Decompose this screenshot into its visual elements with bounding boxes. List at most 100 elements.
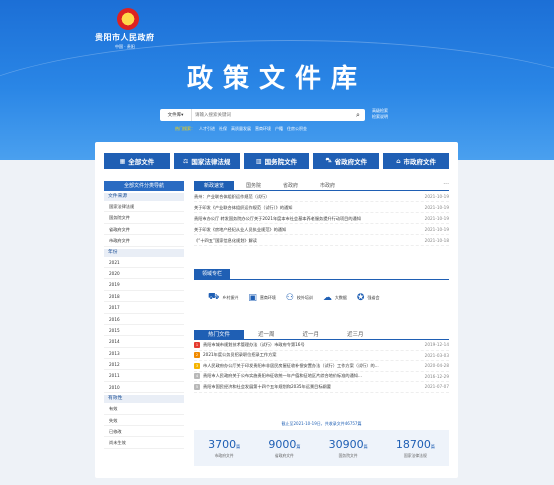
hot-word[interactable]: 人才引进 — [199, 126, 215, 132]
news-row[interactable]: 《“十四五”国家信息化规划》解读 2021-10-18 — [194, 235, 449, 246]
field-item[interactable]: ⛟ 乡村振兴 — [208, 292, 238, 303]
sidebar-item[interactable]: 国务院文件 — [104, 212, 184, 224]
category-tab[interactable]: ⚖ 国家法律法规 — [173, 153, 240, 169]
news-row[interactable]: 贵州：产业联合体组织运作规范（试行） 2021-10-19 — [194, 191, 449, 202]
sidebar-item[interactable]: 市政府文件 — [104, 235, 184, 247]
sidebar-item[interactable]: 2018 — [104, 291, 184, 303]
news-row[interactable]: 关于印发《房地产经纪从业人员执业规范》的通知 2021-10-19 — [194, 224, 449, 235]
sidebar-item[interactable]: 2017 — [104, 302, 184, 314]
hot-tab[interactable]: 近一月 — [289, 330, 334, 339]
search-tips-link[interactable]: 检索说明 — [372, 114, 388, 120]
news-row[interactable]: 贵阳市办公厅 转发国务院办公厅关于2021年度本市社会基本养老服务提升行动项目的… — [194, 213, 449, 224]
search-input[interactable] — [192, 109, 351, 121]
stat-item: 3700篇 市政府文件 — [208, 438, 240, 459]
hot-date: 2021-07-07 — [424, 384, 449, 390]
sidebar-item[interactable]: 2013 — [104, 348, 184, 360]
news-date: 2021-10-19 — [424, 194, 449, 199]
stat-label: 省政府文件 — [274, 452, 294, 458]
hot-word[interactable]: 住房公积金 — [287, 126, 307, 132]
cloud-icon: ☁ — [322, 292, 332, 303]
hot-date: 2021-03-03 — [424, 352, 449, 358]
news-tab[interactable]: 新政速览 — [194, 181, 235, 190]
hot-word[interactable]: 高质量发展 — [231, 126, 251, 132]
sidebar-item[interactable]: 2015 — [104, 325, 184, 337]
rank-badge: 3 — [194, 362, 200, 369]
national-emblem-icon — [117, 8, 139, 30]
sidebar-section-title[interactable]: 年份 — [104, 248, 184, 257]
hot-tab[interactable]: 热门文件 — [194, 330, 245, 339]
sidebar-item[interactable]: 2021 — [104, 257, 184, 268]
sidebar-item[interactable]: 有效 — [104, 403, 184, 415]
sidebar-item[interactable]: 尚未生效 — [104, 437, 184, 449]
category-label: 国家法律法规 — [191, 158, 231, 166]
field-item[interactable]: ✪ 强省会 — [357, 292, 380, 303]
category-tab[interactable]: ⌂ 市政府文件 — [383, 153, 449, 169]
sidebar-item[interactable]: 已修改 — [104, 426, 184, 438]
hero-banner: 贵阳市人民政府 中国 · 贵阳 政策文件库 文件库 ▾ ⌕ 高级检索 检索说明 … — [0, 0, 554, 160]
category-tab[interactable]: ▥ 国务院文件 — [243, 153, 310, 169]
hot-date: 2020-04-28 — [424, 363, 449, 369]
hot-row[interactable]: 3 市人民政府办公厅关于印发贵阳市非居民房屋征收补偿安置办法（试行）工作方案（试行… — [194, 361, 449, 372]
hot-word[interactable]: 社保 — [219, 126, 227, 132]
sidebar-item[interactable]: 省政府文件 — [104, 224, 184, 236]
hot-title: 贵阳市城市规划技术管理办法（试行）市政府令第16号 — [203, 341, 305, 347]
bank-icon: ⌂ — [396, 157, 401, 165]
hot-tab[interactable]: 近三月 — [333, 330, 378, 339]
sidebar-item[interactable]: 2010 — [104, 382, 184, 394]
stat-value: 30900篇 — [328, 437, 368, 451]
sidebar-item[interactable]: 失效 — [104, 415, 184, 427]
hot-search-label: 热门搜索： — [175, 126, 195, 131]
sidebar-title: 全部文件分类导航 — [104, 181, 184, 191]
news-tab[interactable]: 省政府 — [273, 181, 308, 190]
field-label: 营商环境 — [259, 294, 276, 300]
news-list: 贵州：产业联合体组织运作规范（试行） 2021-10-19 关于印发《产业联合体组织… — [194, 191, 449, 246]
more-link[interactable]: ··· — [443, 181, 449, 190]
news-title: 关于印发《产业联合体组织运作规范（试行）》的通知 — [194, 205, 293, 210]
sidebar-section-title[interactable]: 文件来源 — [104, 193, 184, 201]
sidebar-item[interactable]: 国家法律法规 — [104, 201, 184, 213]
hot-date: 2019-12-14 — [424, 342, 449, 348]
category-tab[interactable]: ▦ 全部文件 — [104, 153, 170, 169]
sidebar-item[interactable]: 2016 — [104, 314, 184, 325]
hot-row[interactable]: 1 贵阳市城市规划技术管理办法（试行）市政府令第16号 2019-12-14 — [194, 340, 449, 351]
news-title: 关于印发《房地产经纪从业人员执业规范》的通知 — [194, 227, 287, 232]
field-item[interactable]: ⚇ 校外培训 — [286, 292, 313, 303]
sidebar-item[interactable]: 2011 — [104, 370, 184, 382]
category-bar: ▦ 全部文件 ⚖ 国家法律法规 ▥ 国务院文件 ⛍ 省政府文件 ⌂ 市政府文件 — [104, 153, 449, 169]
hot-row[interactable]: 2 2021年度公务员招录职位招录工作方案 2021-03-03 — [194, 351, 449, 361]
news-tab[interactable]: 市政府 — [310, 181, 345, 190]
news-row[interactable]: 关于印发《产业联合体组织运作规范（试行）》的通知 2021-10-19 — [194, 202, 449, 213]
stat-unit: 篇 — [236, 443, 241, 449]
sidebar-item[interactable]: 2020 — [104, 268, 184, 280]
truck-icon: ⛟ — [208, 292, 220, 302]
site-name[interactable]: 贵阳市人民政府 — [95, 32, 155, 43]
advanced-search-link[interactable]: 高级检索 — [372, 108, 388, 114]
hot-word[interactable]: 户籍 — [275, 126, 283, 132]
stat-item: 30900篇 国务院文件 — [329, 438, 368, 459]
field-item[interactable]: ▣ 营商环境 — [248, 292, 276, 303]
category-tab[interactable]: ⛍ 省政府文件 — [313, 153, 380, 169]
scope-select[interactable]: 文件库 ▾ — [160, 109, 192, 121]
category-label: 市政府文件 — [403, 158, 436, 166]
news-tab[interactable]: 国务院 — [236, 181, 271, 190]
stat-item: 18700篇 国家法律法规 — [396, 438, 435, 459]
hot-row[interactable]: 5 贵阳市国民经济和社会发展第十四个五年规划和2035年远景目标纲要 2021-07… — [194, 382, 449, 393]
sidebar-item[interactable]: 2014 — [104, 336, 184, 348]
hot-row[interactable]: 4 贵阳市人民政府关于公布实施贵阳市征收统一年产值和征地区片综合地价标准的通知..… — [194, 372, 449, 382]
sidebar-item[interactable]: 2019 — [104, 279, 184, 291]
stat-value: 9000篇 — [268, 437, 301, 451]
category-label: 国务院文件 — [264, 158, 298, 166]
hot-tab[interactable]: 近一周 — [244, 330, 289, 339]
rank-badge: 5 — [194, 383, 200, 390]
rank-badge: 1 — [194, 341, 200, 348]
search-icon[interactable]: ⌕ — [351, 109, 365, 121]
sidebar-section-title[interactable]: 有效性 — [104, 395, 184, 404]
news-date: 2021-10-19 — [424, 227, 449, 232]
stat-label: 国务院文件 — [338, 452, 358, 458]
field-item[interactable]: ☁ 大数据 — [323, 292, 347, 303]
category-label: 省政府文件 — [334, 158, 368, 166]
person-icon: ⚇ — [285, 292, 294, 303]
hot-word[interactable]: 营商环境 — [255, 126, 271, 132]
sidebar-item[interactable]: 2012 — [104, 359, 184, 371]
news-tabs: 新政速览 国务院 省政府 市政府 ··· — [194, 181, 449, 191]
